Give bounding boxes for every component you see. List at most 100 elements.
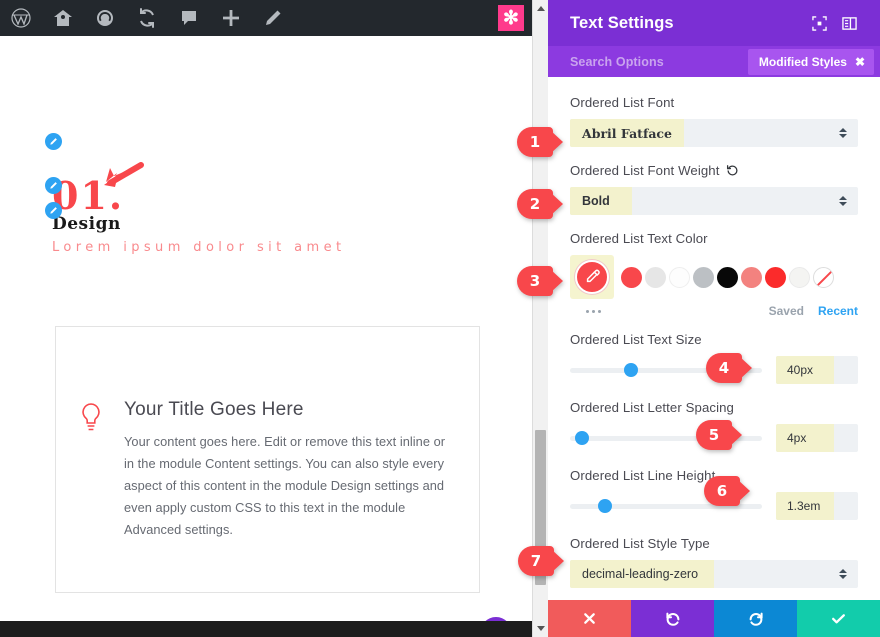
callout-number: 1: [517, 127, 553, 157]
ordered-list-style-type-value: decimal-leading-zero: [570, 560, 714, 588]
card-body[interactable]: Your content goes here. Edit or remove t…: [124, 431, 455, 541]
callout-number: 7: [518, 546, 554, 576]
swatch-light-gray[interactable]: [645, 266, 666, 288]
text-settings-panel: Text Settings Search Options Modified St…: [548, 0, 880, 637]
callout-number: 4: [706, 353, 742, 383]
callout-marker-2: 2: [517, 189, 563, 219]
more-colors-icon[interactable]: [570, 309, 769, 313]
lorem-subtext[interactable]: Lorem ipsum dolor sit amet: [52, 240, 345, 255]
close-icon[interactable]: ✖: [855, 55, 865, 69]
swatch-off-white[interactable]: [789, 266, 810, 288]
updates-refresh-icon[interactable]: [126, 0, 168, 36]
swatch-gray[interactable]: [693, 266, 714, 288]
swatch-red[interactable]: [621, 266, 642, 288]
cancel-button[interactable]: [548, 600, 631, 637]
recent-colors-tab[interactable]: Recent: [818, 304, 858, 318]
inline-edit-badge-number[interactable]: [45, 133, 62, 150]
wordpress-logo-icon[interactable]: [0, 0, 42, 36]
focus-target-icon[interactable]: [804, 8, 834, 38]
select-caret-icon: [839, 569, 847, 579]
scrollbar-down-button[interactable]: [533, 620, 548, 637]
line-height-slider-knob[interactable]: [597, 499, 612, 513]
label-ordered-list-font-weight: Ordered List Font Weight: [570, 163, 858, 178]
reset-icon[interactable]: [726, 164, 739, 177]
comments-bubble-icon[interactable]: [168, 0, 210, 36]
panel-header: Text Settings: [548, 0, 880, 46]
label-ordered-list-font: Ordered List Font: [570, 95, 675, 110]
text-size-slider-knob[interactable]: [624, 363, 639, 377]
scrollbar-up-button[interactable]: [533, 0, 548, 17]
callout-number: 6: [704, 476, 740, 506]
inline-edit-badge-heading[interactable]: [45, 177, 62, 194]
card-inner: Your Title Goes Here Your content goes h…: [56, 327, 479, 541]
field-ordered-list-style-type: Ordered List Style Type decimal-leading-…: [570, 536, 858, 588]
label-ordered-list-style-type: Ordered List Style Type: [570, 536, 710, 551]
letter-spacing-number-input[interactable]: 4px: [776, 424, 858, 452]
select-caret-icon: [839, 196, 847, 206]
redo-button[interactable]: [714, 600, 797, 637]
layout-panel-icon[interactable]: [834, 8, 864, 38]
site-home-icon[interactable]: [42, 0, 84, 36]
label-ordered-list-text-size: Ordered List Text Size: [570, 332, 702, 347]
editor-canvas: 01. Design Lorem ipsum dolor sit amet Yo…: [0, 36, 532, 637]
card-title[interactable]: Your Title Goes Here: [124, 399, 455, 421]
letter-spacing-value: 4px: [776, 424, 834, 452]
panel-action-bar: [548, 600, 880, 637]
chevron-up-icon: [536, 6, 545, 11]
callout-number: 2: [517, 189, 553, 219]
dashboard-gauge-icon[interactable]: [84, 0, 126, 36]
saved-colors-tab[interactable]: Saved: [769, 304, 804, 318]
new-content-plus-icon[interactable]: [210, 0, 252, 36]
callout-marker-7: 7: [518, 546, 564, 576]
panel-body: Ordered List Font Abril Fatface Ordered …: [548, 77, 880, 600]
color-footer: Saved Recent: [570, 303, 858, 319]
color-swatch-row: [570, 255, 858, 299]
design-heading[interactable]: Design: [52, 214, 121, 234]
ordered-list-style-type-select[interactable]: decimal-leading-zero: [570, 560, 858, 588]
swatch-salmon[interactable]: [741, 266, 762, 288]
field-ordered-list-font: Ordered List Font Abril Fatface: [570, 95, 858, 147]
modified-styles-badge[interactable]: Modified Styles ✖: [747, 48, 874, 75]
wordpress-admin-bar: ✻: [0, 0, 532, 36]
field-ordered-list-font-weight: Ordered List Font Weight Bold: [570, 163, 858, 215]
callout-marker-5: 5: [696, 420, 742, 450]
divi-star-icon[interactable]: ✻: [498, 5, 524, 31]
callout-number: 5: [696, 420, 732, 450]
text-size-number-input[interactable]: 40px: [776, 356, 858, 384]
preset-swatches: [621, 266, 834, 288]
content-card[interactable]: Your Title Goes Here Your content goes h…: [55, 326, 480, 593]
inline-edit-badge-subtext[interactable]: [45, 202, 62, 219]
ordered-list-font-select[interactable]: Abril Fatface: [570, 119, 858, 147]
field-ordered-list-text-color: Ordered List Text Color Saved Recent: [570, 231, 858, 319]
ordered-list-font-value: Abril Fatface: [570, 119, 684, 147]
page-scrollbar[interactable]: [532, 0, 548, 637]
modified-styles-label: Modified Styles: [758, 54, 847, 69]
panel-title: Text Settings: [570, 13, 674, 32]
line-height-number-input[interactable]: 1.3em: [776, 492, 858, 520]
chevron-down-icon: [536, 626, 545, 631]
swatch-none[interactable]: [813, 266, 834, 288]
callout-marker-6: 6: [704, 476, 750, 506]
lightbulb-icon: [78, 399, 124, 541]
canvas-bottom-bar: [0, 621, 532, 637]
screen-root: ✻ 01. Design Lorem ipsum dolor sit amet: [0, 0, 880, 637]
select-caret-icon: [839, 128, 847, 138]
swatch-white[interactable]: [669, 266, 690, 288]
callout-marker-4: 4: [706, 353, 752, 383]
save-button[interactable]: [797, 600, 880, 637]
undo-button[interactable]: [631, 600, 714, 637]
ordered-list-font-weight-select[interactable]: Bold: [570, 187, 858, 215]
ordered-list-font-weight-value: Bold: [570, 187, 632, 215]
color-picker-button[interactable]: [570, 255, 614, 299]
callout-marker-3: 3: [517, 266, 563, 296]
label-text: Ordered List Font Weight: [570, 163, 720, 178]
label-ordered-list-letter-spacing: Ordered List Letter Spacing: [570, 400, 734, 415]
callout-marker-1: 1: [517, 127, 563, 157]
text-size-value: 40px: [776, 356, 834, 384]
line-height-value: 1.3em: [776, 492, 834, 520]
swatch-bright-red[interactable]: [765, 266, 786, 288]
edit-pencil-icon[interactable]: [252, 0, 294, 36]
search-options-input[interactable]: Search Options: [570, 55, 748, 69]
letter-spacing-slider-knob[interactable]: [574, 431, 589, 445]
swatch-black[interactable]: [717, 266, 738, 288]
